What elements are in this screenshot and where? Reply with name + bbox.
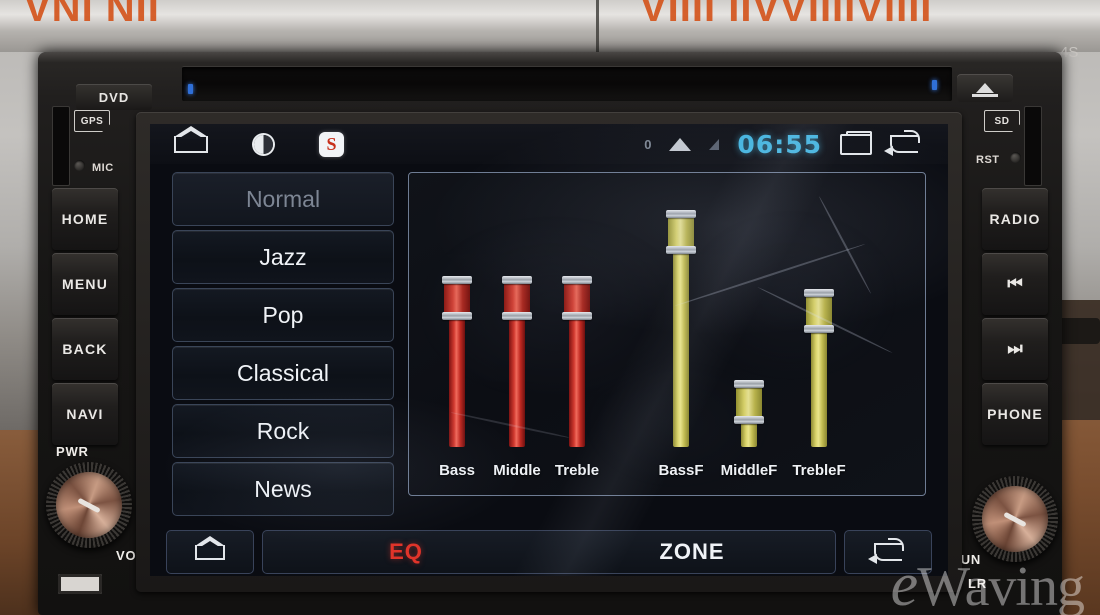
next-track-button[interactable]: ⏭	[982, 318, 1048, 380]
slider-handle-band-1	[562, 276, 592, 284]
back-icon	[868, 538, 904, 564]
home-icon	[195, 535, 225, 560]
equalizer-screen: Normal Jazz Pop Classical Rock News Bass Middl…	[150, 164, 948, 534]
wifi-icon	[669, 137, 692, 151]
background-top-text-right: VIIII IIVVIIIIVIIII	[640, 0, 933, 26]
clock: 06:55	[737, 129, 822, 159]
slider-handle-band-1	[666, 210, 696, 218]
unit-top-edge	[38, 52, 1062, 62]
eq-preset-news[interactable]: News	[172, 462, 394, 516]
brightness-icon[interactable]	[254, 134, 273, 154]
eq-preset-pop[interactable]: Pop	[172, 288, 394, 342]
power-label: PWR	[56, 444, 89, 459]
notification-count: 0	[644, 136, 652, 152]
recents-icon[interactable]	[840, 130, 872, 155]
eq-slider-label: TrebleF	[792, 462, 846, 479]
slider-handle-band-1	[502, 276, 532, 284]
touchscreen[interactable]: S 0 06:55 Normal Jazz Pop Classical Rock News	[150, 124, 948, 576]
slider-handle-band-2	[666, 246, 696, 254]
background-top-text-left: VNI NII	[24, 0, 160, 26]
status-bar-left-group: S	[174, 125, 344, 157]
navbar-mode-group: EQ ZONE	[262, 530, 836, 574]
slider-handle-band-2	[804, 325, 834, 333]
radio-hardware-button[interactable]: RADIO	[982, 188, 1048, 250]
slider-track-fill	[569, 312, 585, 447]
screenshot-root: VNI NII VIIII IIVVIIIIVIIII 4S DVD GPS M…	[0, 0, 1100, 615]
menu-hardware-button[interactable]: MENU	[52, 253, 118, 315]
home-icon[interactable]	[174, 125, 208, 153]
status-bar-right-group: 0 06:55	[644, 129, 920, 159]
reset-label: RST	[976, 154, 1000, 166]
slider-handle-band-2	[502, 312, 532, 320]
slot-led-right	[932, 80, 937, 90]
eq-slider-panel[interactable]: Bass Middle Treble BassF MiddleF TrebleF	[408, 172, 926, 496]
slider-handle-band-2	[734, 416, 764, 424]
left-button-column: HOME MENU BACK NAVI	[52, 188, 118, 448]
slider-handle-band-2	[442, 312, 472, 320]
lcd-bezel: S 0 06:55 Normal Jazz Pop Classical Rock News	[136, 112, 962, 592]
gps-card-slot[interactable]	[52, 106, 70, 186]
zone-tab[interactable]: ZONE	[549, 539, 835, 565]
eq-preset-jazz[interactable]: Jazz	[172, 230, 394, 284]
next-track-icon: ⏭	[1007, 339, 1023, 358]
back-icon[interactable]	[884, 130, 920, 156]
eq-preset-list: Normal Jazz Pop Classical Rock News	[172, 172, 394, 520]
previous-track-icon: ⏮	[1007, 274, 1023, 293]
sd-label: SD	[984, 110, 1020, 132]
slider-handle-band-1	[804, 289, 834, 297]
eject-icon-bar	[972, 94, 998, 97]
eq-slider-label: Bass	[439, 462, 475, 479]
usb-port[interactable]	[58, 574, 102, 594]
leftright-label: LR	[968, 576, 987, 591]
eq-bottom-navbar: EQ ZONE	[150, 528, 948, 576]
disc-slot	[182, 66, 952, 101]
slider-handle-band-2	[562, 312, 592, 320]
slider-handle-band-1	[442, 276, 472, 284]
eq-slider-label: MiddleF	[720, 462, 778, 479]
phone-hardware-button[interactable]: PHONE	[982, 383, 1048, 445]
navbar-home-button[interactable]	[166, 530, 254, 574]
left-hardware-panel: GPS MIC HOME MENU BACK NAVI PWR VOL	[38, 104, 144, 615]
volume-knob[interactable]	[46, 462, 132, 548]
eq-preset-normal[interactable]: Normal	[172, 172, 394, 226]
right-hardware-panel: SD RST RADIO ⏮ ⏭ PHONE TUN LR	[952, 104, 1062, 615]
eq-slider-label: Treble	[554, 462, 600, 479]
tuning-knob[interactable]	[972, 476, 1058, 562]
android-status-bar: S 0 06:55	[150, 124, 948, 164]
gps-label: GPS	[74, 110, 110, 132]
sd-card-slot[interactable]	[1024, 106, 1042, 186]
eject-icon	[976, 83, 994, 93]
navi-hardware-button[interactable]: NAVI	[52, 383, 118, 445]
eq-tab[interactable]: EQ	[263, 539, 549, 565]
slider-track-fill	[811, 325, 827, 447]
slider-track-fill	[673, 246, 689, 447]
disc-slot-row: DVD	[52, 62, 1048, 110]
mic-label: MIC	[92, 162, 114, 174]
panel-texture	[409, 173, 925, 495]
previous-track-button[interactable]: ⏮	[982, 253, 1048, 315]
car-head-unit: DVD GPS MIC HOME MENU BACK NAVI PWR VOL …	[38, 52, 1062, 615]
home-hardware-button[interactable]: HOME	[52, 188, 118, 250]
right-button-column: RADIO ⏮ ⏭ PHONE	[982, 188, 1048, 448]
reset-hole[interactable]	[1010, 152, 1021, 163]
eq-preset-classical[interactable]: Classical	[172, 346, 394, 400]
signal-icon	[709, 138, 720, 150]
eject-button[interactable]	[957, 74, 1013, 102]
background-corner-text: 4S	[1060, 44, 1079, 61]
app-s-icon[interactable]: S	[319, 131, 344, 157]
microphone-hole	[74, 160, 85, 171]
slider-track-fill	[449, 312, 465, 447]
eq-slider-label: Middle	[493, 462, 541, 479]
back-hardware-button[interactable]: BACK	[52, 318, 118, 380]
eq-preset-rock[interactable]: Rock	[172, 404, 394, 458]
eq-slider-label: BassF	[658, 462, 704, 479]
slider-track-fill	[509, 312, 525, 447]
slider-handle-band-1	[734, 380, 764, 388]
background-panel-seam	[596, 0, 599, 52]
slot-led-left	[188, 84, 193, 94]
background-metal-panel	[0, 0, 1100, 52]
navbar-back-button[interactable]	[844, 530, 932, 574]
